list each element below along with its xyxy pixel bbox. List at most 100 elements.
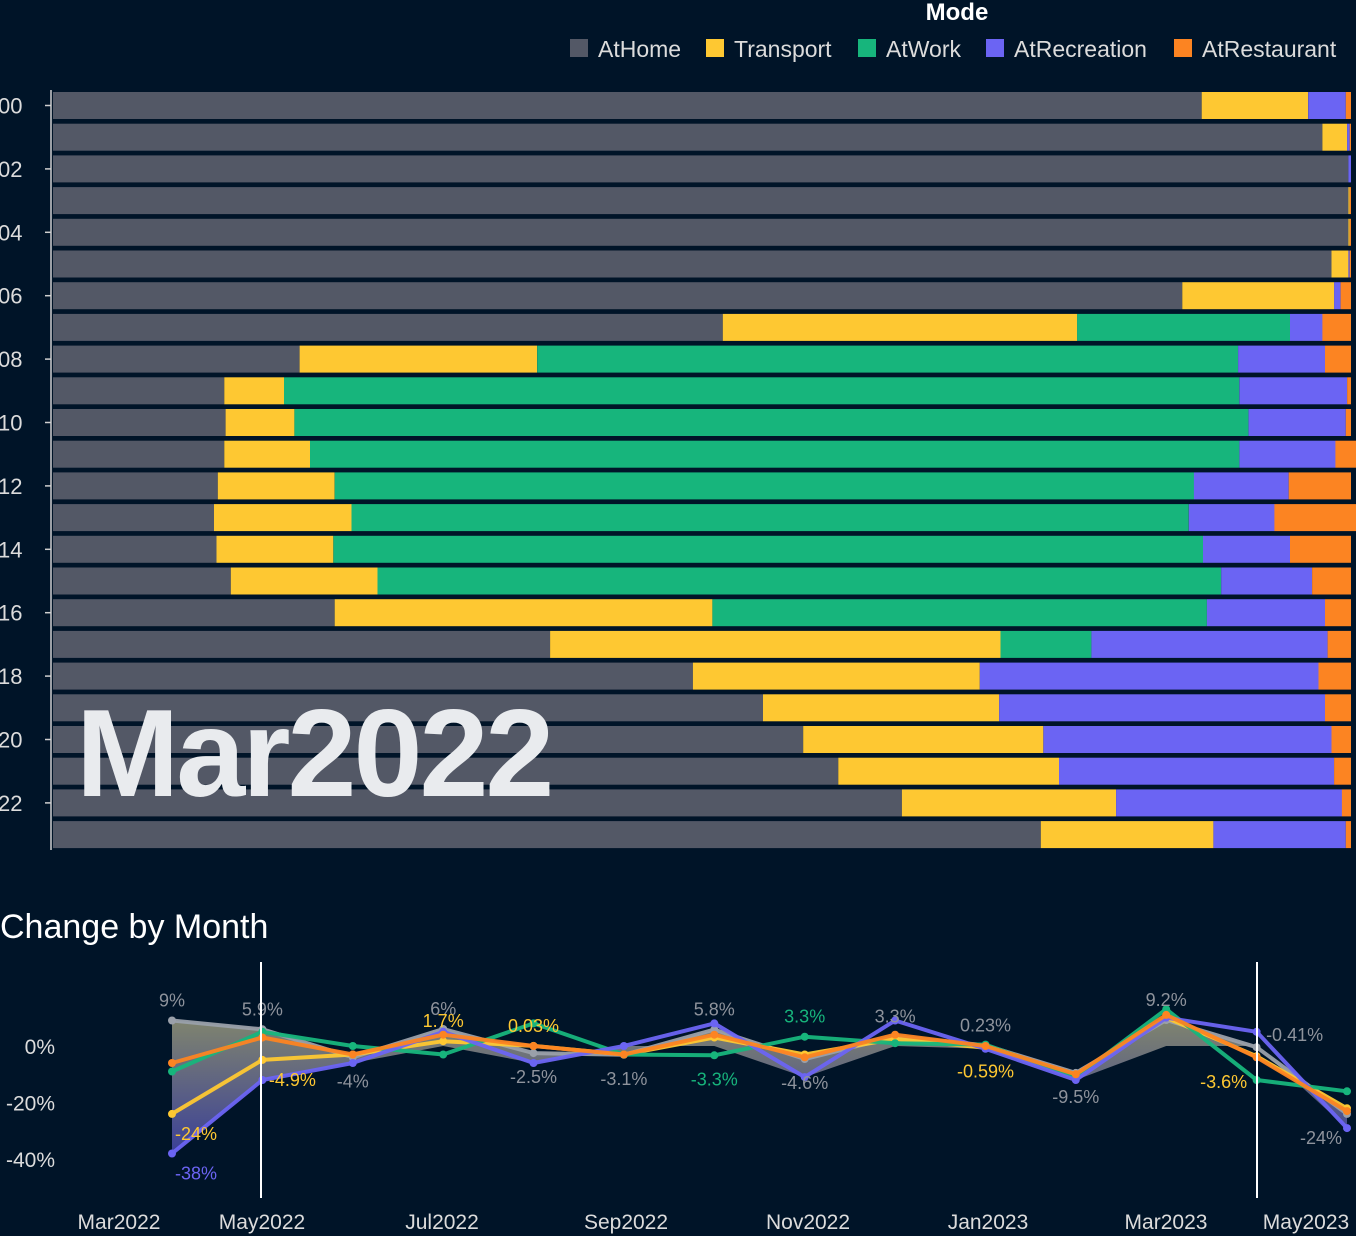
y-axis-ticks: 00 02 04 06 08 10 12 14 16 18 20 22 [0,94,51,816]
legend-title: Mode [926,0,989,26]
point-atwork [168,1067,176,1076]
point-atrestaurant [529,1042,538,1050]
bar-segment-athome-13 [53,504,214,532]
bar-segment-athome-15 [53,567,231,595]
bar-segment-athome-03 [53,187,1349,215]
point-atrecreation [168,1149,176,1158]
bar-segment-atrestaurant-12 [1288,472,1351,500]
bar-segment-atwork-15 [377,567,1222,595]
bar-segment-atwork-17 [1000,630,1092,658]
bar-segment-athome-11 [53,440,225,468]
bar-segment-atrestaurant-15 [1312,567,1351,595]
bar-segment-transport-00 [1201,92,1309,119]
x-tick-label-Nov2022: Nov2022 [766,1211,850,1234]
point-atwork [348,1042,357,1050]
bar-segment-atrestaurant-11 [1335,440,1356,468]
bar-segment-atrestaurant-08 [1325,345,1351,373]
bar-segment-transport-23 [1040,821,1214,849]
x-tick-label-Jan2023: Jan2023 [948,1211,1029,1234]
bar-segment-transport-01 [1322,123,1348,151]
y-tick-label-12: 12 [0,474,22,499]
bar-segment-atwork-16 [712,599,1207,627]
point-transport [168,1109,176,1118]
y-tick-label: -20% [6,1093,55,1116]
bar-segment-atrestaurant-10 [1345,409,1351,436]
point-atrestaurant [981,1042,990,1050]
bar-segment-transport-13 [214,504,352,532]
bar-segment-atrecreation-09 [1239,377,1348,405]
legend-swatch-atrestaurant [1174,39,1192,57]
data-label: 1.7% [423,1011,464,1031]
stacked-bar-chart: 00 02 04 06 08 10 12 14 16 18 20 22 Mar2022 [0,90,1356,850]
bar-segment-atrestaurant-03 [1349,187,1351,215]
bar-segment-athome-02 [53,155,1349,183]
bar-segment-transport-08 [299,345,538,373]
y-tick-label-22: 22 [0,791,22,816]
bar-segment-atrestaurant-22 [1341,789,1351,817]
point-atrecreation [710,1019,719,1028]
data-label: -4.9% [269,1070,316,1090]
legend-label-athome: AtHome [598,36,681,62]
x-tick-label-Sep2022: Sep2022 [584,1211,668,1234]
point-atrestaurant [439,1030,448,1039]
bar-segment-transport-07 [722,313,1078,341]
y-tick-label-20: 20 [0,728,22,753]
point-atrecreation [619,1042,628,1050]
bar-segment-atrestaurant-16 [1325,599,1351,627]
bar-segment-athome-08 [53,345,300,373]
legend-label-atrecreation: AtRecreation [1014,36,1147,62]
y-tick-label-04: 04 [0,220,22,245]
bar-segment-atwork-14 [333,535,1204,563]
y-tick-label-16: 16 [0,601,22,626]
legend-swatch-transport [706,39,724,57]
point-atwork [800,1032,809,1041]
bar-segment-athome-10 [53,409,226,436]
bar-segment-atrecreation-01 [1347,123,1350,151]
data-label: -3.6% [1200,1072,1247,1092]
x-axis-ticks: Mar2022 May2022 Jul2022 Sep2022 Nov2022 Jan20… [78,1211,1350,1234]
legend-label-atrestaurant: AtRestaurant [1202,36,1337,62]
point-atwork [710,1051,719,1060]
bar-segment-transport-17 [550,630,1001,658]
bar-segment-atrecreation-17 [1091,630,1328,658]
bar-segment-atrecreation-20 [1043,726,1332,753]
bar-segment-athome-14 [53,535,217,563]
bar-segment-atrecreation-18 [979,662,1319,690]
line-chart-title: Change by Month [0,908,268,946]
x-tick-label-May2022: May2022 [219,1211,305,1234]
bar-segment-atrestaurant-19 [1325,694,1351,722]
point-athome [529,1049,538,1058]
y-tick-label-00: 00 [0,94,22,119]
point-atrestaurant [619,1050,628,1059]
bar-segment-transport-22 [901,789,1117,817]
bar-segment-atrestaurant-14 [1290,535,1351,563]
bar-segment-atrecreation-15 [1221,567,1313,595]
legend-swatch-atwork [858,39,876,57]
bar-segment-athome-07 [53,313,723,341]
point-atrestaurant [891,1030,900,1039]
data-label: -3.1% [600,1069,647,1089]
y-tick-label-18: 18 [0,664,22,689]
point-atrestaurant [1162,1010,1171,1019]
y-tick-label-06: 06 [0,284,22,309]
y-tick-label: 0% [25,1036,55,1059]
bar-segment-athome-04 [53,218,1349,246]
y-tick-label-14: 14 [0,537,22,562]
highlight-range [260,962,1258,1198]
bar-segment-atrecreation-07 [1290,313,1323,341]
point-atrestaurant [1343,1107,1351,1116]
bar-segment-transport-18 [692,662,980,690]
bar-segment-transport-19 [763,694,1000,722]
bar-segment-atrecreation-10 [1248,409,1346,436]
data-label: -24% [175,1124,217,1144]
bar-segment-athome-23 [53,821,1041,849]
point-transport [258,1055,267,1064]
bar-segment-transport-15 [230,567,378,595]
bar-segment-atrecreation-13 [1188,504,1275,532]
point-athome [168,1016,176,1025]
point-atrestaurant [258,1033,267,1042]
bar-segment-transport-10 [225,409,295,436]
bar-segment-transport-05 [1331,250,1349,278]
bar-segment-atrestaurant-23 [1345,821,1351,849]
y-tick-label-08: 08 [0,347,22,372]
